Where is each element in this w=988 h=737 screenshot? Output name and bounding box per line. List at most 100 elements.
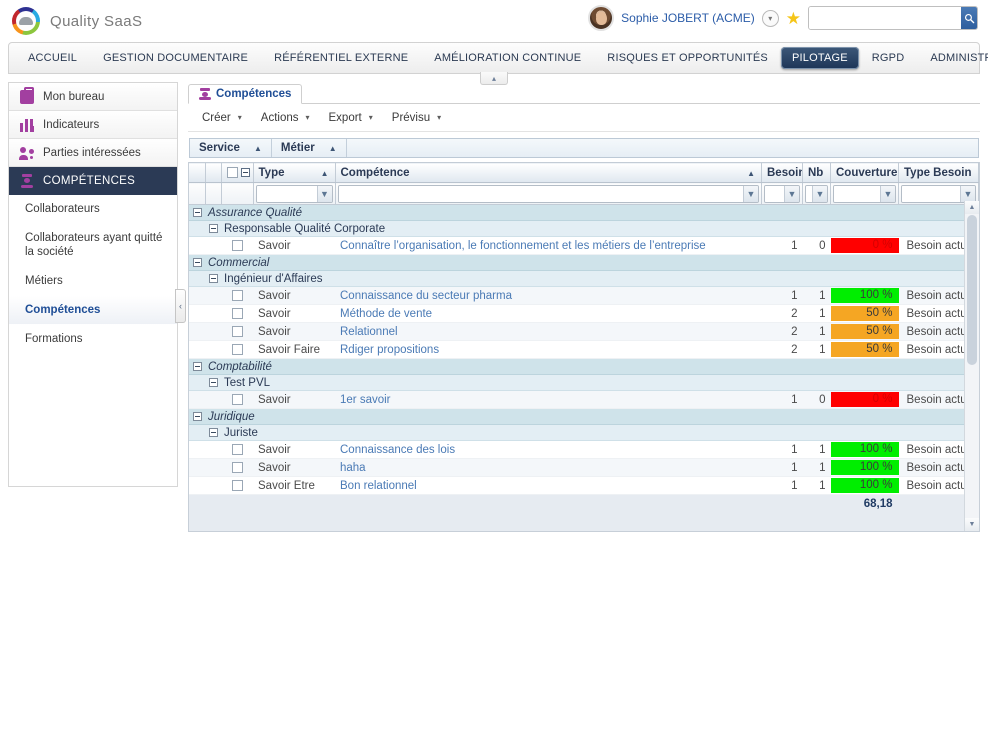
nav-item-rgpd[interactable]: RGPD: [859, 48, 918, 68]
filter-funnel-icon[interactable]: ▼: [812, 185, 827, 202]
group-chip-metier[interactable]: Métier ▲: [272, 139, 347, 157]
row-select-cell[interactable]: [221, 322, 253, 341]
row-select-cell[interactable]: [221, 458, 253, 477]
filter-besoin-cell[interactable]: ▼: [761, 182, 803, 205]
cell-competence-link[interactable]: Relationnel: [335, 322, 762, 341]
table-row[interactable]: Savoir Faire Rdiger propositions 2 1 50 % Bes…: [189, 340, 979, 359]
scroll-down-arrow-icon[interactable]: ▼: [965, 518, 979, 531]
col-besoin[interactable]: Besoin: [761, 162, 803, 183]
table-row[interactable]: Savoir Relationnel 2 1 50 % Besoin actuel: [189, 322, 979, 341]
collapse-icon[interactable]: [193, 257, 202, 267]
col-competence[interactable]: Compétence ▲: [335, 162, 762, 183]
row-select-cell[interactable]: [221, 286, 253, 305]
user-name[interactable]: Sophie JOBERT (ACME): [621, 11, 755, 25]
col-type-besoin[interactable]: Type Besoin: [898, 162, 979, 183]
collapse-icon[interactable]: [209, 223, 218, 233]
nav-item-referentiel-externe[interactable]: RÉFÉRENTIEL EXTERNE: [261, 48, 421, 68]
col-type[interactable]: Type ▲: [253, 162, 336, 183]
star-icon[interactable]: ★: [786, 10, 801, 27]
filter-funnel-icon[interactable]: ▼: [743, 185, 758, 202]
group-row-level1[interactable]: Juridique: [189, 408, 979, 425]
table-row[interactable]: Savoir Connaissance du secteur pharma 1 1 10…: [189, 286, 979, 305]
grid-vertical-scrollbar[interactable]: ▲ ▼: [964, 201, 979, 531]
row-checkbox[interactable]: [231, 479, 243, 491]
chevron-down-icon[interactable]: ▾: [761, 9, 779, 27]
sidebar-item-metiers[interactable]: Métiers: [9, 267, 177, 296]
group-row-level2[interactable]: Juriste: [189, 424, 979, 441]
scroll-up-arrow-icon[interactable]: ▲: [965, 201, 979, 214]
nav-item-amelioration-continue[interactable]: AMÉLIORATION CONTINUE: [421, 48, 594, 68]
table-row[interactable]: Savoir Méthode de vente 2 1 50 % Besoin actue…: [189, 304, 979, 323]
select-all-checkbox[interactable]: [226, 166, 238, 178]
filter-funnel-icon[interactable]: ▼: [960, 185, 975, 202]
actions-button[interactable]: Actions ▾: [253, 109, 318, 127]
col-nb[interactable]: Nb: [802, 162, 831, 183]
group-row-level2[interactable]: Test PVL: [189, 374, 979, 391]
nav-item-administration[interactable]: ADMINISTRATION: [917, 48, 988, 68]
previsu-button[interactable]: Prévisu ▾: [384, 109, 449, 127]
cell-competence-link[interactable]: 1er savoir: [335, 390, 762, 409]
creer-button[interactable]: Créer ▾: [194, 109, 250, 127]
sidebar-item-collaborateurs-partis[interactable]: Collaborateurs ayant quitté la société: [9, 224, 177, 267]
filter-funnel-icon[interactable]: ▼: [784, 185, 799, 202]
filter-competence-cell[interactable]: ▼: [335, 182, 762, 205]
search-box[interactable]: [808, 6, 978, 30]
group-chip-service[interactable]: Service ▲: [190, 139, 272, 157]
group-row-level1[interactable]: Commercial: [189, 254, 979, 271]
row-checkbox[interactable]: [231, 443, 243, 455]
group-row-level1[interactable]: Assurance Qualité: [189, 204, 979, 221]
filter-funnel-icon[interactable]: ▼: [316, 185, 332, 202]
col-couverture[interactable]: Couverture: [830, 162, 899, 183]
row-select-cell[interactable]: [221, 236, 253, 255]
table-row[interactable]: Savoir Connaissance des lois 1 1 100 % Besoin…: [189, 440, 979, 459]
sidebar-item-competences[interactable]: COMPÉTENCES: [9, 167, 177, 195]
cell-competence-link[interactable]: Connaissance des lois: [335, 440, 762, 459]
collapse-icon[interactable]: [193, 411, 202, 421]
sidebar-item-mon-bureau[interactable]: Mon bureau: [9, 83, 177, 111]
nav-item-pilotage[interactable]: PILOTAGE: [780, 47, 859, 69]
row-select-cell[interactable]: [221, 440, 253, 459]
search-icon[interactable]: [961, 7, 977, 29]
row-select-cell[interactable]: [221, 390, 253, 409]
search-input[interactable]: [809, 7, 961, 29]
row-select-cell[interactable]: [221, 340, 253, 359]
table-row[interactable]: Savoir haha 1 1 100 % Besoin actuel: [189, 458, 979, 477]
cell-competence-link[interactable]: haha: [335, 458, 762, 477]
table-row[interactable]: Savoir Etre Bon relationnel 1 1 100 % Besoin …: [189, 476, 979, 495]
sidebar-item-collaborateurs[interactable]: Collaborateurs: [9, 195, 177, 224]
expand-all-icon[interactable]: [240, 167, 250, 177]
table-row[interactable]: Savoir Connaître l’organisation, le fonct…: [189, 236, 979, 255]
filter-besoin-input[interactable]: [765, 185, 784, 202]
row-select-cell[interactable]: [221, 304, 253, 323]
col-select-all[interactable]: [221, 162, 254, 183]
row-checkbox[interactable]: [231, 343, 243, 355]
export-button[interactable]: Export ▾: [321, 109, 381, 127]
sidebar-item-formations[interactable]: Formations: [9, 325, 177, 354]
cell-competence-link[interactable]: Méthode de vente: [335, 304, 762, 323]
group-row-level2[interactable]: Ingénieur d'Affaires: [189, 270, 979, 287]
row-select-cell[interactable]: [221, 476, 253, 495]
cell-competence-link[interactable]: Rdiger propositions: [335, 340, 762, 359]
avatar[interactable]: [588, 5, 615, 31]
nav-item-accueil[interactable]: ACCUEIL: [15, 48, 90, 68]
row-checkbox[interactable]: [231, 461, 243, 473]
filter-type-besoin-input[interactable]: [902, 185, 960, 202]
row-checkbox[interactable]: [231, 239, 243, 251]
nav-item-risques-opportunites[interactable]: RISQUES ET OPPORTUNITÉS: [594, 48, 781, 68]
nav-item-gestion-documentaire[interactable]: GESTION DOCUMENTAIRE: [90, 48, 261, 68]
filter-type-cell[interactable]: ▼: [253, 182, 336, 205]
cell-competence-link[interactable]: Connaître l’organisation, le fonctionnem…: [335, 236, 762, 255]
collapse-icon[interactable]: [209, 377, 218, 387]
row-checkbox[interactable]: [231, 289, 243, 301]
group-row-level1[interactable]: Comptabilité: [189, 358, 979, 375]
filter-couverture-input[interactable]: [834, 185, 880, 202]
sidebar-item-parties-interessees[interactable]: Parties intéressées: [9, 139, 177, 167]
sidebar-collapse-handle[interactable]: ‹: [175, 289, 186, 323]
sidebar-item-competences-sub[interactable]: Compétences: [9, 296, 177, 325]
row-checkbox[interactable]: [231, 393, 243, 405]
filter-couverture-cell[interactable]: ▼: [830, 182, 899, 205]
collapse-icon[interactable]: [209, 273, 218, 283]
cell-competence-link[interactable]: Connaissance du secteur pharma: [335, 286, 762, 305]
filter-type-input[interactable]: [256, 185, 317, 202]
filter-funnel-icon[interactable]: ▼: [880, 185, 895, 202]
